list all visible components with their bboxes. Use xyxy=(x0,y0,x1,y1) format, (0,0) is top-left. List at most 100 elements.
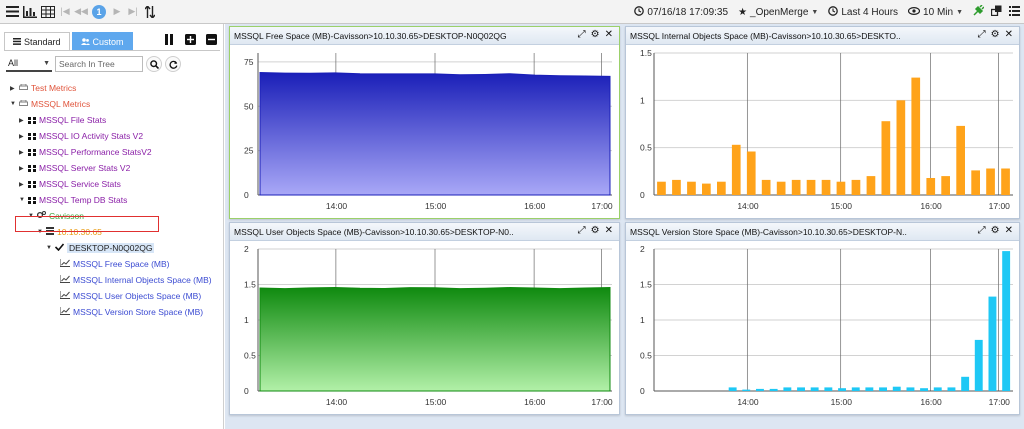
arrow-right-icon: ▶ xyxy=(19,117,24,124)
bar xyxy=(776,181,786,195)
interval-dropdown[interactable]: 10 Min ▼ xyxy=(907,6,963,18)
y-tick-label: 1 xyxy=(640,95,645,105)
check-icon xyxy=(54,243,65,253)
last-page-icon[interactable]: ▶| xyxy=(126,4,140,20)
line-chart-icon xyxy=(59,291,70,301)
table-icon[interactable] xyxy=(40,3,56,21)
users-icon xyxy=(80,37,90,47)
tree-search-input[interactable]: Search In Tree xyxy=(55,56,143,72)
tree-item-service-stats[interactable]: ▶ MSSQL Service Stats xyxy=(19,178,121,190)
bar-chart-icon[interactable] xyxy=(22,3,38,21)
tree-item-mssql-metrics[interactable]: ▼ MSSQL Metrics xyxy=(10,98,90,110)
tree-item-label: MSSQL Server Stats V2 xyxy=(39,163,131,173)
panel-internal-objects[interactable]: MSSQL Internal Objects Space (MB)-Caviss… xyxy=(625,26,1020,219)
tree-item-label: MSSQL User Objects Space (MB) xyxy=(73,291,202,301)
datetime-display[interactable]: 07/16/18 17:09:35 xyxy=(634,5,728,19)
x-tick-label: 17:00 xyxy=(591,201,613,211)
expand-icon[interactable]: ⤢ xyxy=(578,225,586,236)
first-page-icon[interactable]: |◀ xyxy=(58,4,72,20)
bar xyxy=(961,376,970,391)
top-toolbar: |◀ ◀◀ 1 ▶ ▶| 07/16/18 17:09:35 ★ _OpenMe… xyxy=(0,0,1024,24)
y-tick-label: 1 xyxy=(244,315,249,325)
tree-item-free-space[interactable]: MSSQL Free Space (MB) xyxy=(59,258,170,270)
gear-icon[interactable]: ⚙ xyxy=(591,225,600,236)
pause-icon[interactable] xyxy=(163,33,175,45)
y-tick-label: 1.5 xyxy=(640,48,652,58)
sort-icon[interactable] xyxy=(142,3,158,21)
tree-item-label: MSSQL Temp DB Stats xyxy=(39,195,128,205)
page-number[interactable]: 1 xyxy=(92,4,106,19)
bar xyxy=(920,388,928,391)
tab-custom-label: Custom xyxy=(92,36,124,47)
tab-custom[interactable]: Custom xyxy=(71,32,133,50)
prev-page-icon[interactable]: ◀◀ xyxy=(74,4,88,20)
bar xyxy=(836,181,846,195)
y-tick-label: 2 xyxy=(640,244,645,254)
arrow-right-icon: ▶ xyxy=(19,181,24,188)
y-tick-label: 0 xyxy=(244,386,249,396)
menu-icon[interactable] xyxy=(4,3,20,21)
chart-internal-objects: 0 0.5 1 1.5 14:00 15:00 16:00 17:00 xyxy=(640,48,1013,211)
x-tick-label: 14:00 xyxy=(326,397,348,407)
panel-header: MSSQL Version Store Space (MB)-Cavisson>… xyxy=(626,223,1019,241)
tree-item-test-metrics[interactable]: ▶ Test Metrics xyxy=(10,82,76,94)
interval-text: 10 Min xyxy=(923,6,954,18)
expand-icon[interactable]: ⤢ xyxy=(578,29,586,40)
refresh-icon[interactable] xyxy=(165,56,181,72)
tree-item-io-activity[interactable]: ▶ MSSQL IO Activity Stats V2 xyxy=(19,130,143,142)
bar xyxy=(806,179,816,195)
expand-icon[interactable]: ⤢ xyxy=(978,29,986,40)
selected-item-highlight xyxy=(15,216,159,232)
eye-icon xyxy=(907,6,921,18)
favorite-dropdown[interactable]: ★ _OpenMerge ▼ xyxy=(738,7,818,18)
bar xyxy=(742,389,751,391)
filter-select[interactable]: All ▼ xyxy=(6,56,52,72)
bar xyxy=(687,181,696,195)
tree-item-internal-objects[interactable]: MSSQL Internal Objects Space (MB) xyxy=(59,274,212,286)
collapse-window-icon[interactable] xyxy=(990,5,1002,19)
expand-all-icon[interactable] xyxy=(184,33,196,45)
gear-icon[interactable]: ⚙ xyxy=(591,29,600,40)
tree-item-label: MSSQL Performance StatsV2 xyxy=(39,147,152,157)
grid-icon xyxy=(28,116,36,124)
close-icon[interactable]: ✕ xyxy=(605,29,613,40)
close-icon[interactable]: ✕ xyxy=(605,225,613,236)
panel-free-space[interactable]: MSSQL Free Space (MB)-Cavisson>10.10.30.… xyxy=(229,26,620,219)
gear-icon[interactable]: ⚙ xyxy=(991,29,1000,40)
grid-icon xyxy=(28,132,36,140)
close-icon[interactable]: ✕ xyxy=(1005,225,1013,236)
collapse-all-icon[interactable] xyxy=(205,33,217,45)
range-selector[interactable]: Last 4 Hours xyxy=(828,5,898,19)
y-tick-label: 0.5 xyxy=(640,143,652,153)
x-tick-label: 15:00 xyxy=(425,201,447,211)
x-tick-label: 16:00 xyxy=(920,397,942,407)
arrow-down-icon: ▼ xyxy=(19,197,25,203)
expand-icon[interactable]: ⤢ xyxy=(978,225,986,236)
tree-item-user-objects[interactable]: MSSQL User Objects Space (MB) xyxy=(59,290,202,302)
tree-item-server-stats[interactable]: ▶ MSSQL Server Stats V2 xyxy=(19,162,130,174)
bar xyxy=(971,170,980,195)
y-tick-label: 1 xyxy=(640,315,645,325)
panel-title: MSSQL User Objects Space (MB)-Cavisson>1… xyxy=(234,226,514,237)
close-icon[interactable]: ✕ xyxy=(1005,29,1013,40)
tree-item-temp-db-stats[interactable]: ▼ MSSQL Temp DB Stats xyxy=(19,194,127,206)
plug-icon[interactable] xyxy=(973,4,985,19)
list-icon[interactable] xyxy=(1009,5,1020,19)
tab-standard[interactable]: Standard xyxy=(4,32,70,50)
grid-icon xyxy=(28,164,36,172)
tree-item-file-stats[interactable]: ▶ MSSQL File Stats xyxy=(19,114,106,126)
panel-user-objects[interactable]: MSSQL User Objects Space (MB)-Cavisson>1… xyxy=(229,222,620,415)
gear-icon[interactable]: ⚙ xyxy=(991,225,1000,236)
printer-icon xyxy=(19,99,28,109)
tree-item-desktop[interactable]: ▼ DESKTOP-N0Q02QG xyxy=(46,242,155,254)
x-tick-label: 14:00 xyxy=(326,201,348,211)
next-page-icon[interactable]: ▶ xyxy=(110,4,124,20)
tree-item-version-store[interactable]: MSSQL Version Store Space (MB) xyxy=(59,306,203,318)
bar xyxy=(911,77,921,195)
panel-version-store[interactable]: MSSQL Version Store Space (MB)-Cavisson>… xyxy=(625,222,1020,415)
tree-item-label: MSSQL IO Activity Stats V2 xyxy=(39,131,144,141)
search-icon[interactable] xyxy=(146,56,162,72)
tree-item-performance[interactable]: ▶ MSSQL Performance StatsV2 xyxy=(19,146,152,158)
bar xyxy=(926,178,936,195)
x-tick-label: 15:00 xyxy=(425,397,447,407)
